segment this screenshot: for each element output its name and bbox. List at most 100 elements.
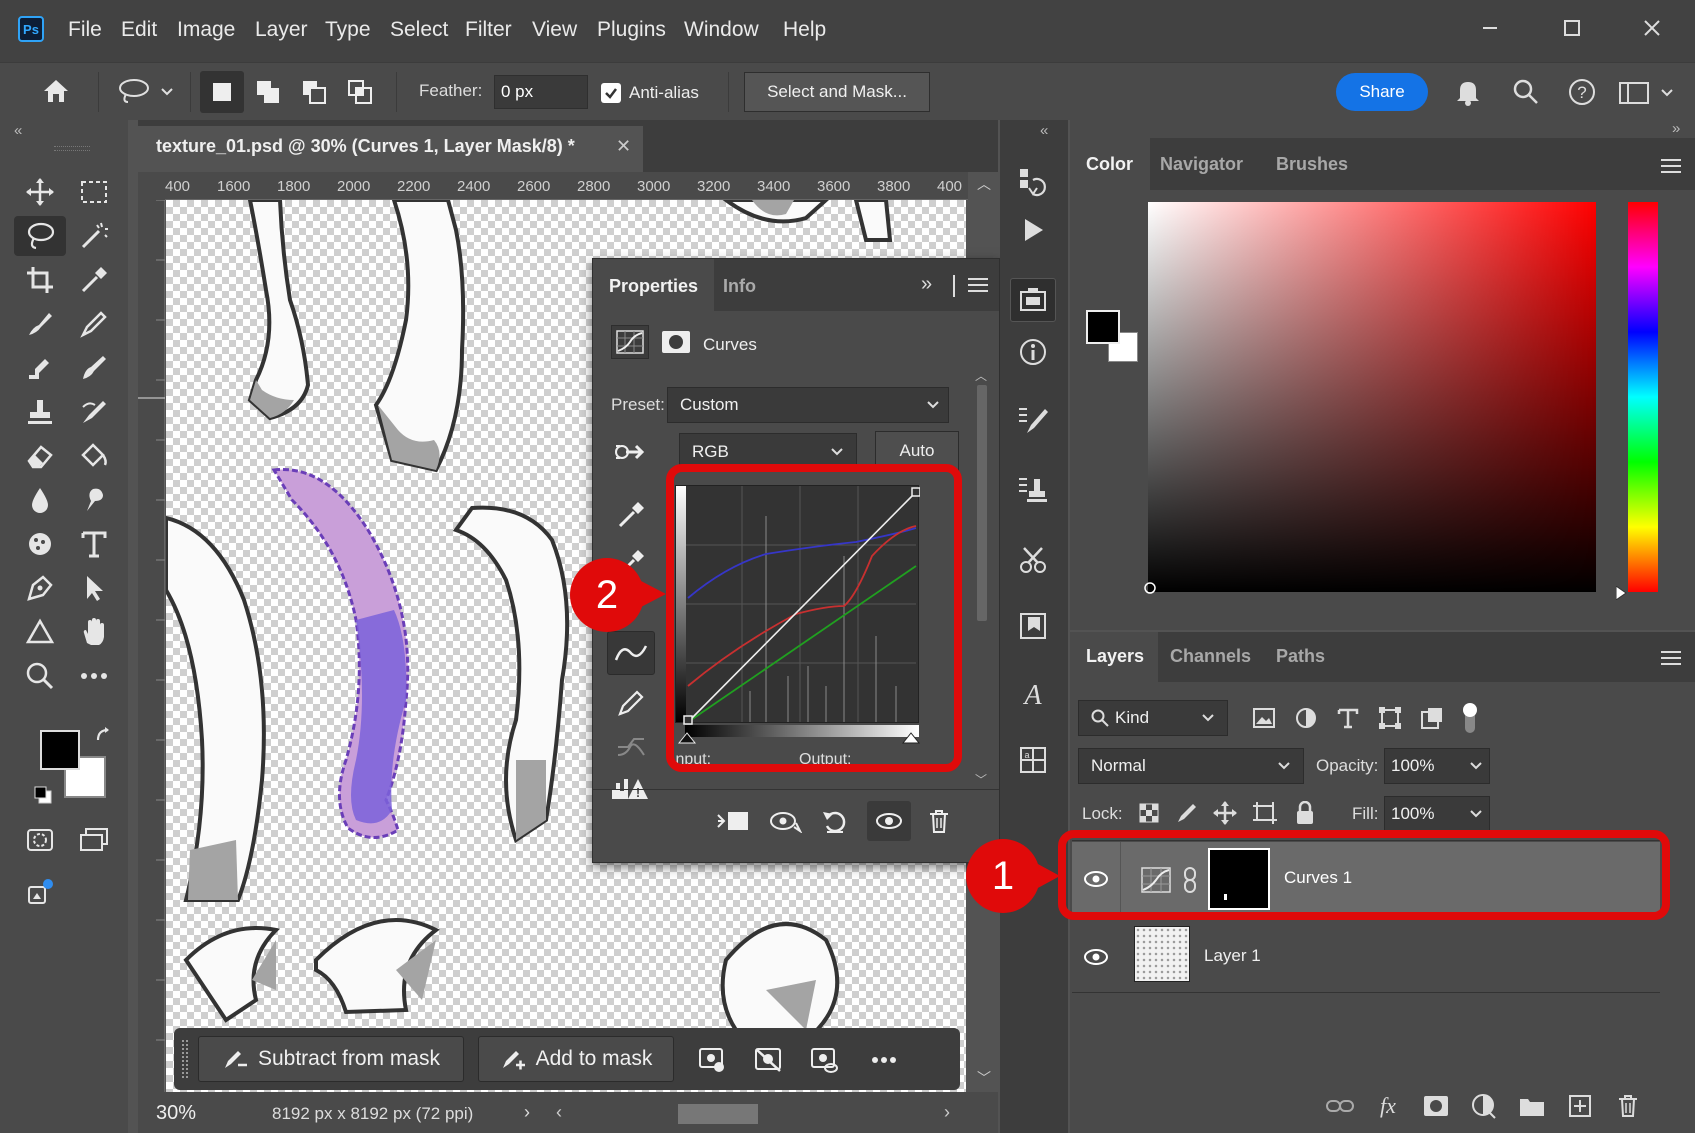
generative-fill-icon[interactable] bbox=[18, 872, 62, 912]
shape-tool-icon[interactable] bbox=[18, 612, 62, 652]
layer-row-layer1[interactable]: Layer 1 bbox=[1072, 920, 1660, 992]
default-colors-icon[interactable] bbox=[32, 784, 54, 806]
curves-adjustment-icon[interactable] bbox=[611, 325, 649, 359]
lasso-tool-icon[interactable] bbox=[14, 216, 66, 256]
smudge-tool-icon[interactable] bbox=[72, 480, 116, 520]
properties-scrollbar[interactable]: ︿ ﹀ bbox=[975, 367, 989, 787]
actions-play-icon[interactable] bbox=[1010, 208, 1056, 252]
view-previous-state-icon[interactable] bbox=[765, 803, 805, 839]
brush-tool-icon[interactable] bbox=[72, 304, 116, 344]
status-arrow-icon[interactable]: › bbox=[524, 1102, 530, 1123]
maximize-icon[interactable] bbox=[1552, 12, 1592, 44]
lock-position-icon[interactable] bbox=[1210, 798, 1240, 828]
intersect-selection-icon[interactable] bbox=[338, 71, 382, 113]
lock-transparent-icon[interactable] bbox=[1134, 798, 1164, 828]
swap-colors-icon[interactable] bbox=[92, 724, 116, 748]
lock-image-icon[interactable] bbox=[1172, 798, 1202, 828]
tab-paths[interactable]: Paths bbox=[1276, 646, 1325, 667]
delete-adjustment-icon[interactable] bbox=[919, 803, 959, 839]
paint-bucket-icon[interactable] bbox=[72, 436, 116, 476]
subtract-from-mask-button[interactable]: Subtract from mask bbox=[198, 1036, 464, 1082]
layer-name[interactable]: Layer 1 bbox=[1204, 946, 1261, 966]
color-panel-menu-icon[interactable] bbox=[1658, 156, 1684, 176]
menu-edit[interactable]: Edit bbox=[121, 18, 157, 42]
preset-dropdown[interactable]: Custom bbox=[667, 387, 949, 423]
menu-window[interactable]: Window bbox=[684, 18, 759, 42]
view-mask-icon[interactable] bbox=[804, 1042, 844, 1078]
panel-expand-icon[interactable]: » bbox=[921, 273, 932, 296]
new-group-icon[interactable] bbox=[1514, 1090, 1550, 1122]
layers-panel-menu-icon[interactable] bbox=[1658, 648, 1684, 668]
home-icon[interactable] bbox=[34, 71, 78, 111]
tab-info[interactable]: Info bbox=[707, 259, 772, 311]
subtract-from-selection-icon[interactable] bbox=[292, 71, 336, 113]
color-fg-swatch[interactable] bbox=[1086, 310, 1120, 344]
document-tab[interactable]: texture_01.psd @ 30% (Curves 1, Layer Ma… bbox=[138, 126, 643, 172]
info-panel-icon[interactable] bbox=[1010, 330, 1056, 374]
add-to-mask-button[interactable]: Add to mask bbox=[478, 1036, 674, 1082]
glyphs-panel-icon[interactable]: a bbox=[1010, 738, 1056, 782]
tab-channels[interactable]: Channels bbox=[1170, 646, 1251, 667]
more-tools-icon[interactable] bbox=[72, 656, 116, 696]
close-window-icon[interactable] bbox=[1632, 12, 1672, 44]
layer-mask-icon[interactable] bbox=[657, 325, 695, 359]
tab-properties[interactable]: Properties bbox=[593, 259, 715, 311]
eye-icon[interactable] bbox=[1080, 942, 1112, 972]
filter-adjustment-icon[interactable] bbox=[1290, 702, 1322, 734]
new-layer-icon[interactable] bbox=[1562, 1090, 1598, 1122]
scroll-right-icon[interactable]: › bbox=[944, 1102, 950, 1123]
select-and-mask-button[interactable]: Select and Mask... bbox=[744, 72, 930, 112]
filter-smart-object-icon[interactable] bbox=[1416, 702, 1448, 734]
path-selection-icon[interactable] bbox=[72, 568, 116, 608]
sponge-tool-icon[interactable] bbox=[18, 524, 62, 564]
blend-mode-dropdown[interactable]: Normal bbox=[1078, 748, 1304, 784]
horizontal-scroll-thumb[interactable] bbox=[678, 1104, 758, 1124]
menu-plugins[interactable]: Plugins bbox=[597, 18, 666, 42]
type-tool-icon[interactable] bbox=[72, 524, 116, 564]
help-icon[interactable]: ? bbox=[1562, 71, 1602, 113]
menu-type[interactable]: Type bbox=[325, 18, 371, 42]
menu-select[interactable]: Select bbox=[390, 18, 448, 42]
magic-wand-icon[interactable] bbox=[72, 216, 116, 256]
character-panel-icon[interactable]: A bbox=[1010, 672, 1056, 716]
lock-all-icon[interactable] bbox=[1290, 798, 1320, 828]
crop-tool-icon[interactable] bbox=[18, 260, 62, 300]
curve-point-tool-icon[interactable] bbox=[607, 631, 655, 675]
filter-shape-icon[interactable] bbox=[1374, 702, 1406, 734]
pencil-curve-icon[interactable] bbox=[611, 683, 651, 723]
lock-artboard-icon[interactable] bbox=[1250, 798, 1280, 828]
link-layers-icon[interactable] bbox=[1322, 1090, 1358, 1122]
layer-filter-dropdown[interactable]: Kind bbox=[1078, 700, 1228, 736]
menu-image[interactable]: Image bbox=[177, 18, 235, 42]
zoom-level[interactable]: 30% bbox=[156, 1102, 196, 1125]
new-adjustment-icon[interactable] bbox=[1466, 1090, 1502, 1122]
panel-menu-icon[interactable] bbox=[965, 273, 991, 297]
eyedropper-tool-icon[interactable] bbox=[72, 260, 116, 300]
smooth-curve-icon[interactable] bbox=[611, 727, 651, 767]
reset-adjustment-icon[interactable] bbox=[815, 803, 855, 839]
menu-help[interactable]: Help bbox=[783, 18, 826, 42]
zoom-tool-icon[interactable] bbox=[18, 656, 62, 696]
tab-color[interactable]: Color bbox=[1070, 138, 1150, 190]
marquee-tool-icon[interactable] bbox=[72, 172, 116, 212]
menu-file[interactable]: File bbox=[68, 18, 102, 42]
menu-filter[interactable]: Filter bbox=[465, 18, 512, 42]
history-brush-icon[interactable] bbox=[72, 348, 116, 388]
stamp-tool-icon[interactable] bbox=[18, 392, 62, 432]
move-tool-icon[interactable] bbox=[18, 172, 62, 212]
hand-tool-icon[interactable] bbox=[72, 612, 116, 652]
add-mask-icon[interactable] bbox=[1418, 1090, 1454, 1122]
bell-icon[interactable] bbox=[1448, 71, 1488, 113]
collapse-dock-icon[interactable]: « bbox=[1040, 122, 1048, 139]
clone-stamp-icon[interactable] bbox=[18, 348, 62, 388]
menu-layer[interactable]: Layer bbox=[255, 18, 308, 42]
tab-navigator[interactable]: Navigator bbox=[1160, 154, 1243, 175]
quick-mask-icon[interactable] bbox=[18, 820, 62, 860]
black-point-eyedropper-icon[interactable] bbox=[611, 495, 651, 535]
histogram-warning-icon[interactable]: ! bbox=[609, 771, 651, 805]
mask-options-icon[interactable] bbox=[692, 1042, 732, 1078]
eraser-tool-icon[interactable] bbox=[18, 436, 62, 476]
tool-presets-icon[interactable] bbox=[1010, 538, 1056, 582]
pen-tool-icon[interactable] bbox=[18, 568, 62, 608]
delete-layer-icon[interactable] bbox=[1610, 1090, 1646, 1122]
